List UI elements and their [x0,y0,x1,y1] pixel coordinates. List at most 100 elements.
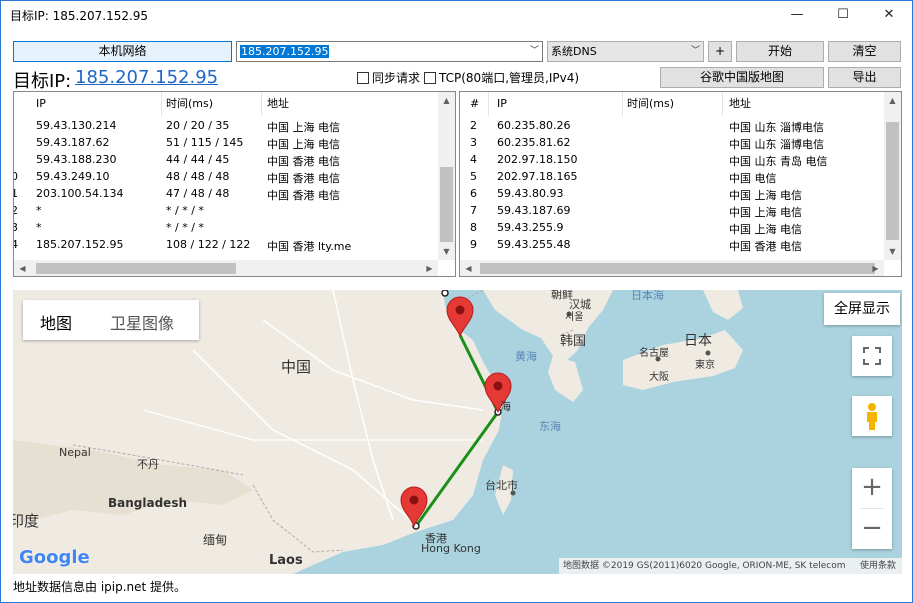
zoom-in-button[interactable]: + [852,468,892,508]
label-china: 中国 [281,358,312,376]
row-cell-ip: 59.43.187.62 [36,136,110,149]
fullscreen-text-button[interactable]: 全屏显示 [824,293,900,325]
scroll-down-icon[interactable]: ▼ [884,243,901,260]
scroll-right-icon[interactable]: ▶ [867,260,884,276]
map-attribution: 地图数据 ©2019 GS(2011)6020 Google, ORION-ME… [559,558,902,574]
row-cell-n: 3 [470,136,477,149]
map-type-tabs: 地图 卫星图像 [23,300,199,340]
google-map-button[interactable]: 谷歌中国版地图 [660,67,824,88]
col-header-address[interactable]: 地址 [267,92,289,116]
terms-link[interactable]: 使用条款 [860,558,896,574]
col-header-time[interactable]: 时间(ms) [627,92,674,116]
tcp-label: TCP(80端口,管理员,IPv4) [439,71,580,85]
fullscreen-icon[interactable] [852,336,892,376]
label-osaka: 大阪 [649,372,669,383]
scroll-up-icon[interactable]: ▲ [884,92,901,109]
row-cell-n: 7 [470,204,477,217]
ip-input-combo[interactable]: 185.207.152.95 ﹀ [236,41,543,62]
label-laos: Laos [269,553,303,568]
scroll-right-icon[interactable]: ▶ [421,260,438,276]
vertical-scrollbar[interactable]: ▲ ▼ [884,92,901,260]
minimize-button[interactable]: — [774,1,820,28]
add-button[interactable]: + [708,41,732,62]
checkbox-box[interactable] [424,72,436,84]
left-trace-table: IP 时间(ms) 地址 59.43.130.214 20 / 20 / 35 中国… [13,91,456,277]
label-korea: 韩国 [560,334,587,349]
checkbox-box[interactable] [357,72,369,84]
row-cell-t: 108 / 122 / 122 [166,238,251,251]
ip-input-value: 185.207.152.95 [240,45,330,58]
export-button[interactable]: 导出 [828,67,901,88]
row-cell-t: * / * / * [166,204,204,217]
tab-satellite[interactable]: 卫星图像 [110,310,174,334]
sync-request-checkbox[interactable]: 同步请求 [357,69,420,86]
row-cell-n: 0 [14,170,18,183]
row-cell-t: 51 / 115 / 145 [166,136,244,149]
dns-select[interactable]: 系统DNS ﹀ [547,41,704,62]
row-cell-addr: 中国 上海 电信 [267,138,340,151]
row-cell-addr: 中国 香港 电信 [729,240,802,253]
scroll-down-icon[interactable]: ▼ [438,243,455,260]
row-cell-ip: * [36,221,42,234]
col-header-ip[interactable]: IP [497,92,507,116]
window-title: 目标IP: 185.207.152.95 [10,9,149,23]
clear-button[interactable]: 清空 [828,41,901,62]
label-india: 印度 [13,512,40,530]
row-cell-n: 1 [14,187,18,200]
sync-request-label: 同步请求 [372,71,421,85]
horizontal-scrollbar[interactable]: ◀ ▶ [14,260,438,276]
row-cell-t: 20 / 20 / 35 [166,119,230,132]
row-cell-ip: 203.100.54.134 [36,187,124,200]
scroll-up-icon[interactable]: ▲ [438,92,455,109]
scroll-left-icon[interactable]: ◀ [14,260,31,276]
row-cell-t: 47 / 48 / 48 [166,187,230,200]
col-header-time[interactable]: 时间(ms) [166,92,213,116]
row-cell-n: 9 [470,238,477,251]
google-logo[interactable]: Google [19,547,90,568]
row-cell-ip: 60.235.81.62 [497,136,571,149]
chevron-down-icon[interactable]: ﹀ [691,42,700,61]
label-japan: 日本 [684,333,712,349]
chevron-down-icon[interactable]: ﹀ [530,42,539,61]
target-ip-link[interactable]: 185.207.152.95 [75,67,218,88]
row-cell-n: 6 [470,187,477,200]
maximize-button[interactable]: ☐ [820,1,866,28]
row-cell-t: 48 / 48 / 48 [166,170,230,183]
horizontal-scrollbar[interactable]: ◀ ▶ [460,260,884,276]
row-cell-ip: 185.207.152.95 [36,238,124,251]
tab-map[interactable]: 地图 [40,310,72,334]
row-cell-addr: 中国 上海 电信 [729,206,802,219]
label-bhutan: 不丹 [137,458,159,471]
start-button[interactable]: 开始 [736,41,824,62]
vertical-scrollbar[interactable]: ▲ ▼ [438,92,455,260]
zoom-out-button[interactable]: − [852,509,892,549]
label-seoul-ko: 서울 [565,312,584,323]
row-cell-addr: 中国 山东 淄博电信 [729,138,824,151]
scrollbar-thumb[interactable] [36,263,236,274]
label-nepal: Nepal [59,446,91,459]
row-cell-ip: 59.43.130.214 [36,119,117,132]
route-map[interactable]: 中国 韩国 日本 日本海 黄海 东海 Nepal 不丹 Bangladesh 缅… [13,290,902,574]
street-view-pegman-icon[interactable] [852,396,892,436]
row-cell-ip: 59.43.255.48 [497,238,571,251]
close-button[interactable]: ✕ [866,1,912,28]
col-header-ip[interactable]: IP [36,92,46,116]
scrollbar-thumb[interactable] [440,167,453,242]
row-cell-ip: 60.235.80.26 [497,119,571,132]
row-cell-n: 3 [14,221,18,234]
col-header-address[interactable]: 地址 [729,92,751,116]
row-cell-n: 2 [14,204,18,217]
row-cell-addr: 中国 上海 电信 [729,189,802,202]
status-text: 地址数据信息由 ipip.net 提供。 [13,580,187,594]
label-tokyo: 東京 [695,360,715,371]
label-nagoya: 名古屋 [639,348,669,359]
row-cell-t: * / * / * [166,221,204,234]
label-taipei: 台北市 [485,479,518,492]
scroll-left-icon[interactable]: ◀ [460,260,477,276]
tcp-checkbox[interactable]: TCP(80端口,管理员,IPv4) [424,69,579,86]
col-header-hop[interactable]: # [470,92,479,116]
local-network-button[interactable]: 本机网络 [13,41,232,62]
scrollbar-thumb[interactable] [480,263,875,274]
row-cell-n: 4 [14,238,18,251]
scrollbar-thumb[interactable] [886,122,899,240]
